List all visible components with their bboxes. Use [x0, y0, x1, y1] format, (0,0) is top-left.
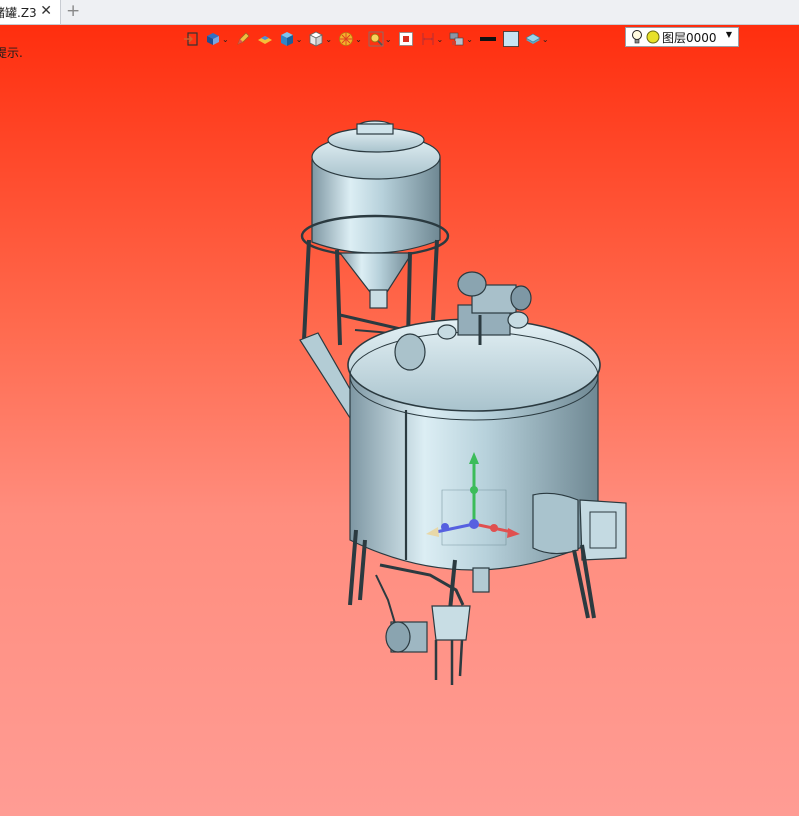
- document-tab[interactable]: 储罐.Z3 ✕: [0, 0, 61, 24]
- document-tab-bar: 储罐.Z3 ✕ +: [0, 0, 799, 25]
- new-tab-plus-icon[interactable]: +: [66, 1, 80, 21]
- tank-assembly-model: [299, 120, 627, 685]
- close-tab-icon[interactable]: ✕: [40, 3, 52, 19]
- tab-title: 储罐.Z3: [0, 5, 37, 20]
- 3d-viewport[interactable]: 提示. ⌄ ⌄ ⌄ ⌄ ⌄ ⌄ ⌄ ⌄ 图层0000 ▼: [0, 25, 799, 816]
